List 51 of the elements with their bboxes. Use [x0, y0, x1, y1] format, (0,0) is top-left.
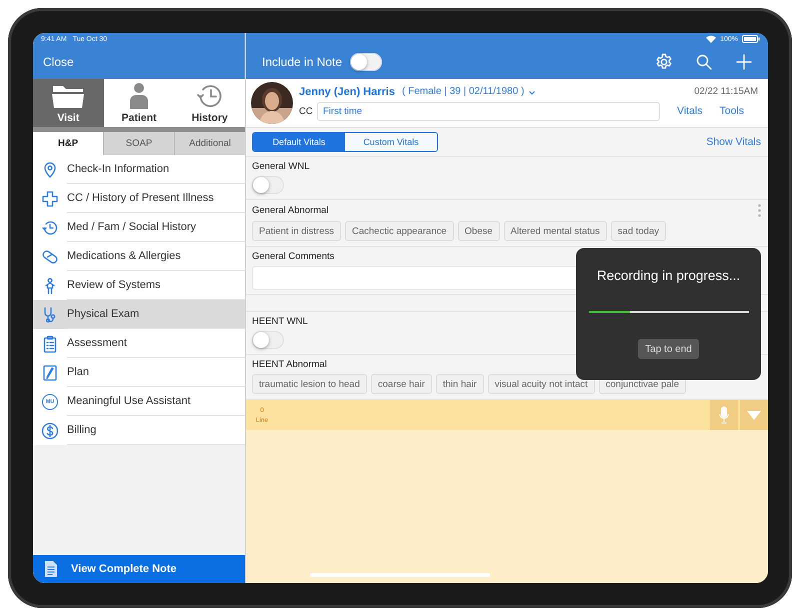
finding-chip[interactable]: Obese — [458, 221, 500, 241]
close-button[interactable]: Close — [43, 55, 74, 69]
pill-icon — [41, 248, 59, 266]
show-vitals-link[interactable]: Show Vitals — [706, 136, 761, 148]
finding-chip[interactable]: traumatic lesion to head — [252, 374, 367, 394]
microphone-icon — [719, 406, 729, 424]
field-label: General Comments — [252, 251, 336, 262]
visit-timestamp: 02/22 11:15AM — [694, 86, 758, 97]
plus-icon — [736, 54, 752, 70]
finding-chip[interactable]: sad today — [610, 221, 666, 241]
cc-label: CC — [299, 106, 312, 116]
medical-cross-icon — [41, 190, 59, 208]
recording-title: Recording in progress... — [596, 268, 740, 283]
triangle-down-icon — [747, 410, 761, 420]
settings-icon — [655, 53, 673, 71]
finding-chip[interactable]: coarse hair — [370, 374, 432, 394]
search-icon — [696, 54, 712, 70]
toggle-switch[interactable] — [252, 176, 284, 194]
document-icon — [43, 560, 59, 578]
menu-item[interactable]: Physical Exam — [33, 300, 245, 329]
section-tab[interactable]: H&P — [33, 132, 103, 155]
history-clock-icon — [41, 218, 59, 236]
cc-field[interactable]: First time — [317, 102, 660, 120]
more-vertical-icon — [758, 204, 761, 217]
pencil-icon — [41, 364, 59, 382]
wifi-icon — [706, 35, 716, 43]
patient-name[interactable]: Jenny (Jen) Harris — [299, 86, 395, 98]
include-toggle[interactable] — [350, 53, 382, 71]
vitals-tab[interactable]: Default Vitals — [253, 133, 345, 151]
field-label: General Abnormal — [252, 205, 329, 216]
tap-to-end-button[interactable]: Tap to end — [638, 339, 699, 359]
finding-chip[interactable]: thin hair — [436, 374, 484, 394]
vitals-tab[interactable]: Custom Vitals — [345, 133, 437, 151]
field-label: HEENT Abnormal — [252, 359, 327, 370]
finding-chip[interactable]: Altered mental status — [504, 221, 607, 241]
finding-chip[interactable]: Patient in distress — [252, 221, 341, 241]
chevron-down-icon — [529, 91, 536, 95]
mode-tab[interactable]: Visit — [33, 79, 104, 127]
header-link[interactable]: Vitals — [677, 105, 702, 117]
view-note-button[interactable]: View Complete Note — [33, 555, 245, 583]
header-link[interactable]: Tools — [720, 105, 744, 117]
patient-details: ( Female | 39 | 02/11/1980 ) — [402, 86, 524, 97]
dollar-icon — [41, 422, 59, 440]
field-label: General WNL — [252, 161, 311, 172]
toggle-switch[interactable] — [252, 331, 284, 349]
finding-chip[interactable]: visual acuity not intact — [488, 374, 595, 394]
clipboard-list-icon — [41, 334, 59, 352]
finding-chip[interactable]: Cachectic appearance — [344, 221, 454, 241]
battery-icon — [742, 35, 760, 43]
include-in-note-label: Include in Note — [262, 55, 342, 69]
field-label: HEENT WNL — [252, 316, 309, 327]
